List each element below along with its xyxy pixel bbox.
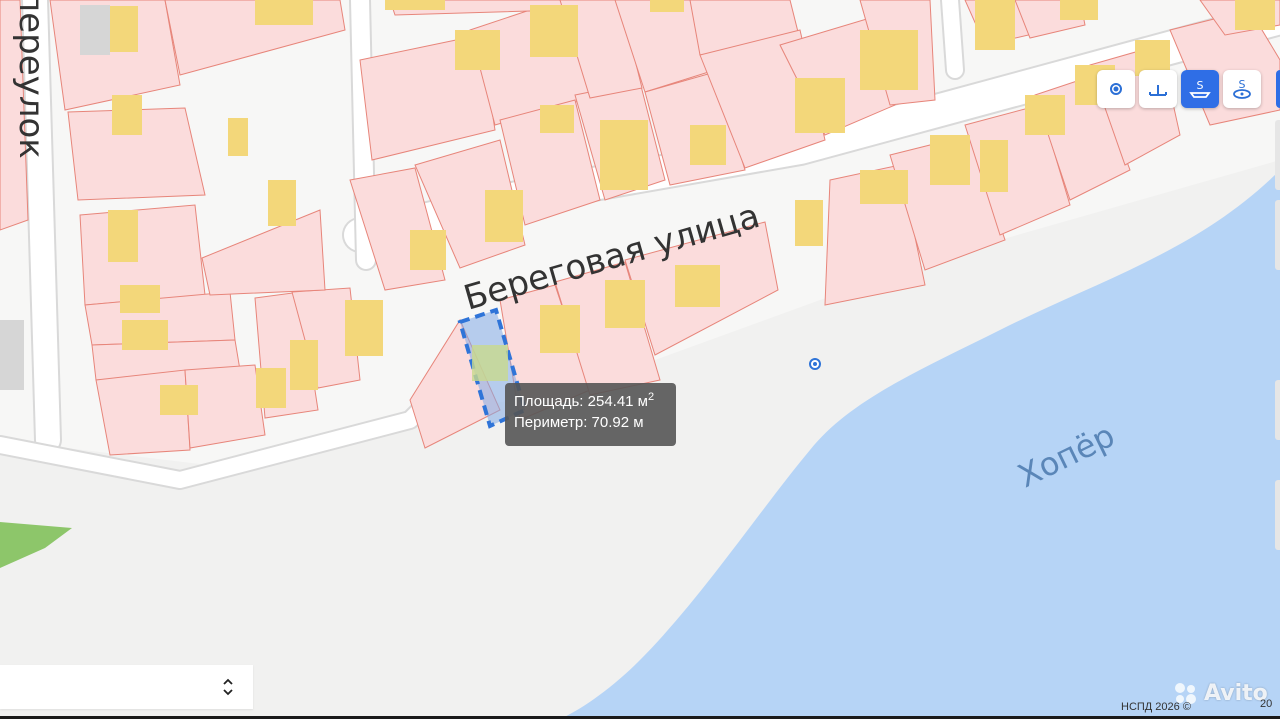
area-readout: Площадь: 254.41 м2 [514, 391, 655, 411]
circle-area-tool-button[interactable]: S [1223, 70, 1261, 108]
side-panel-tab[interactable] [1275, 200, 1280, 270]
chevron-up-down-icon[interactable] [221, 675, 235, 699]
side-panel-tab[interactable] [1275, 480, 1280, 550]
selected-parcel-building [472, 345, 508, 381]
distance-tool-button[interactable] [1139, 70, 1177, 108]
point-tool-button[interactable] [1097, 70, 1135, 108]
ruler-icon [1149, 85, 1167, 96]
side-panel-tab[interactable] [1275, 380, 1280, 440]
area-measure-icon: S [1189, 79, 1211, 98]
measure-toolbar: S S [1097, 70, 1261, 108]
circle-measure-icon: S [1233, 78, 1251, 99]
side-panel-tab[interactable] [1275, 120, 1280, 190]
scale-readout: 20 [1260, 698, 1273, 710]
svg-text:S: S [1239, 78, 1246, 91]
dot-icon [1110, 83, 1122, 95]
measure-tooltip: Площадь: 254.41 м2 Периметр: 70.92 м [505, 383, 676, 446]
layer-select[interactable] [0, 665, 253, 709]
area-tool-button[interactable]: S [1181, 70, 1219, 108]
toolbar-edge-button[interactable] [1276, 70, 1280, 108]
perimeter-readout: Периметр: 70.92 м [514, 414, 644, 431]
svg-text:S: S [1197, 79, 1204, 92]
lane-label: переулок [11, 0, 51, 159]
map-canvas[interactable]: Береговая улица переулок Хопёр [0, 0, 1280, 719]
map-attribution: НСПД 2026 © [1121, 701, 1191, 713]
